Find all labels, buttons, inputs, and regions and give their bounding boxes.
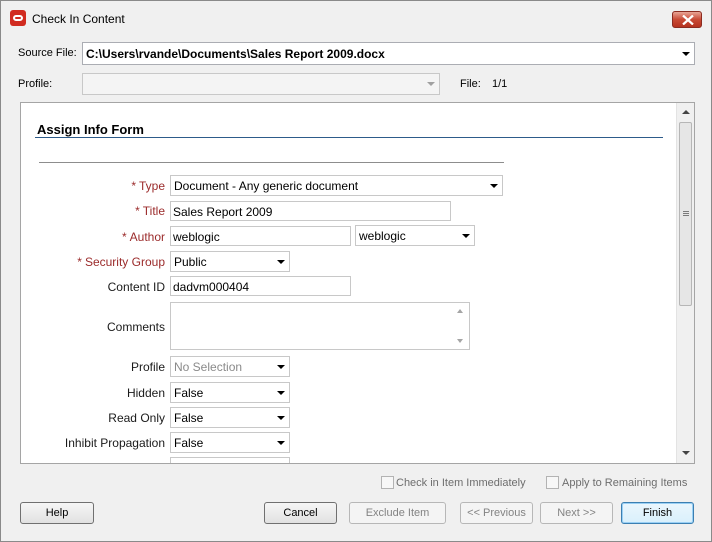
profile-label: Profile:: [18, 78, 53, 90]
security-group-label: * Security Group: [77, 255, 165, 269]
scroll-thumb[interactable]: [679, 122, 692, 306]
apply-remaining-label: Apply to Remaining Items: [562, 477, 688, 489]
section-divider: [39, 162, 504, 163]
chevron-down-icon: [277, 433, 285, 452]
required-marker: *: [77, 255, 82, 269]
title-input[interactable]: Sales Report 2009: [170, 201, 451, 221]
apply-remaining-checkbox[interactable]: [546, 476, 559, 489]
scroll-down-icon: [457, 339, 463, 343]
finish-button[interactable]: Finish: [621, 502, 694, 524]
comments-label: Comments: [106, 320, 165, 334]
type-label-text: Type: [138, 179, 165, 193]
form-profile-label: Profile: [130, 360, 165, 374]
file-counter-label: File:: [460, 78, 481, 90]
author-select-value: weblogic: [359, 229, 406, 243]
comments-scrollbar[interactable]: [453, 303, 469, 349]
security-group-value: Public: [174, 255, 207, 269]
title-divider: [35, 137, 663, 138]
chevron-down-icon: [490, 176, 498, 195]
profile-select[interactable]: [82, 73, 440, 95]
required-marker: *: [121, 230, 127, 244]
exclude-item-button[interactable]: Exclude Item: [349, 502, 446, 524]
scroll-up-icon: [457, 309, 463, 313]
title-label: * Title: [135, 204, 165, 218]
file-counter-value: 1/1: [492, 78, 508, 90]
help-button[interactable]: Help: [20, 502, 94, 524]
cancel-button[interactable]: Cancel: [264, 502, 337, 524]
chevron-down-icon: [277, 357, 285, 376]
title-bar: Check In Content: [1, 1, 711, 35]
clipped-field[interactable]: [170, 457, 290, 463]
chevron-down-icon: [277, 252, 285, 271]
type-value: Document - Any generic document: [174, 179, 359, 193]
scroll-up-icon[interactable]: [682, 110, 690, 114]
close-icon: [682, 15, 694, 25]
form-profile-value: No Selection: [174, 360, 243, 374]
security-group-label-text: Security Group: [84, 255, 165, 269]
hidden-label: Hidden: [126, 386, 165, 400]
inhibit-propagation-select[interactable]: False: [170, 432, 290, 453]
author-label: * Author: [122, 230, 165, 244]
title-label-text: Title: [142, 204, 165, 218]
hidden-select[interactable]: False: [170, 382, 290, 403]
source-file-label: Source File:: [18, 47, 77, 59]
close-button[interactable]: [672, 11, 702, 28]
content-id-input[interactable]: dadvm000404: [170, 276, 351, 296]
check-in-immediately-checkbox[interactable]: [381, 476, 394, 489]
author-select[interactable]: weblogic: [355, 225, 475, 246]
window-title: Check In Content: [32, 12, 125, 26]
oracle-icon: [10, 10, 26, 26]
form-title: Assign Info Form: [37, 122, 144, 137]
next-button[interactable]: Next >>: [540, 502, 613, 524]
content-id-label: Content ID: [107, 280, 165, 294]
required-marker: *: [135, 204, 140, 218]
inhibit-propagation-label: Inhibit Propagation: [64, 436, 165, 450]
chevron-down-icon: [462, 226, 470, 245]
comments-textarea[interactable]: [170, 302, 470, 350]
type-label: * Type: [131, 179, 165, 193]
read-only-label: Read Only: [108, 411, 165, 425]
content-id-value: dadvm000404: [173, 280, 250, 294]
chevron-down-icon: [427, 74, 435, 94]
previous-button[interactable]: << Previous: [460, 502, 533, 524]
author-label-text: Author: [129, 230, 165, 244]
assign-info-panel: Assign Info Form * Type Document - Any ge…: [20, 102, 695, 464]
author-value: weblogic: [173, 230, 220, 244]
form-profile-select[interactable]: No Selection: [170, 356, 290, 377]
title-value: Sales Report 2009: [173, 205, 273, 219]
chevron-down-icon: [277, 383, 285, 402]
form-scrollbar[interactable]: [676, 103, 694, 463]
type-select[interactable]: Document - Any generic document: [170, 175, 503, 196]
hidden-value: False: [174, 386, 204, 400]
read-only-value: False: [174, 411, 204, 425]
source-file-select[interactable]: C:\Users\rvande\Documents\Sales Report 2…: [82, 42, 695, 65]
author-input[interactable]: weblogic: [170, 226, 351, 246]
inhibit-propagation-value: False: [174, 436, 204, 450]
chevron-down-icon: [682, 43, 690, 64]
required-marker: *: [131, 179, 136, 193]
check-in-dialog: Check In Content Source File: C:\Users\r…: [0, 0, 712, 542]
scroll-down-icon[interactable]: [682, 451, 690, 455]
chevron-down-icon: [277, 408, 285, 427]
source-file-value: C:\Users\rvande\Documents\Sales Report 2…: [86, 47, 385, 61]
check-in-immediately-label: Check in Item Immediately: [396, 477, 526, 489]
security-group-select[interactable]: Public: [170, 251, 290, 272]
read-only-select[interactable]: False: [170, 407, 290, 428]
